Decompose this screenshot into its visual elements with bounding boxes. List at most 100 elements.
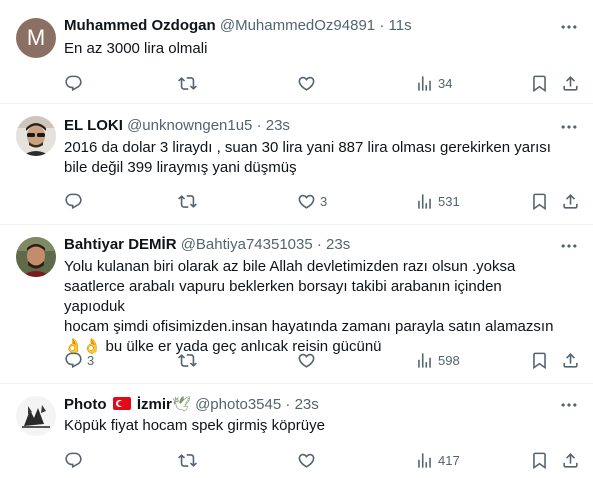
reply-icon bbox=[64, 451, 83, 470]
action-bar: 34 bbox=[64, 73, 581, 93]
turkey-flag-icon bbox=[112, 397, 131, 410]
tweet-text: Köpük fiyat hocam spek girmiş köprüye bbox=[64, 417, 325, 434]
share-icon bbox=[561, 74, 580, 93]
avatar[interactable] bbox=[16, 116, 56, 156]
views-button[interactable]: 531 bbox=[415, 191, 460, 211]
retweet-icon bbox=[178, 351, 197, 370]
tweet-text: Yolu kulanan biri olarak az bile Allah d… bbox=[64, 258, 554, 355]
more-icon[interactable] bbox=[559, 117, 579, 137]
author-name[interactable]: Bahtiyar DEMİR bbox=[64, 236, 177, 253]
author-name[interactable]: EL LOKI bbox=[64, 117, 123, 134]
like-count: 3 bbox=[320, 193, 328, 209]
retweet-icon bbox=[178, 192, 197, 211]
share-button[interactable] bbox=[561, 350, 580, 370]
separator: · bbox=[285, 396, 291, 413]
author-handle[interactable]: @MuhammedOz94891 bbox=[220, 17, 375, 34]
retweet-icon bbox=[178, 451, 197, 470]
share-icon bbox=[561, 351, 580, 370]
views-button[interactable]: 417 bbox=[415, 450, 460, 470]
share-button[interactable] bbox=[561, 191, 580, 211]
tweet[interactable]: M Muhammed Ozdogan @MuhammedOz94891 · 11… bbox=[0, 0, 593, 104]
like-icon bbox=[297, 451, 316, 470]
avatar-image bbox=[16, 116, 56, 156]
timestamp[interactable]: 23s bbox=[295, 396, 319, 413]
retweet-button[interactable] bbox=[178, 191, 201, 211]
tweet-header: Photo İzmir🕊 @photo3545 · 23s bbox=[64, 394, 319, 415]
reply-icon bbox=[64, 351, 83, 370]
like-button[interactable] bbox=[297, 450, 320, 470]
action-bar: 3 531 bbox=[64, 191, 581, 211]
views-button[interactable]: 34 bbox=[415, 73, 452, 93]
separator: · bbox=[379, 17, 385, 34]
reply-icon bbox=[64, 74, 83, 93]
like-button[interactable]: 3 bbox=[297, 191, 327, 211]
bookmark-icon bbox=[530, 74, 549, 93]
like-icon bbox=[297, 351, 316, 370]
bookmark-button[interactable] bbox=[530, 191, 549, 211]
views-icon bbox=[415, 451, 434, 470]
tweet[interactable]: Photo İzmir🕊 @photo3545 · 23s Köpük fiya… bbox=[0, 384, 593, 478]
tweet-header: EL LOKI @unknowngen1u5 · 23s bbox=[64, 116, 290, 136]
share-button[interactable] bbox=[561, 450, 580, 470]
retweet-icon bbox=[178, 74, 197, 93]
bookmark-button[interactable] bbox=[530, 73, 549, 93]
avatar[interactable] bbox=[16, 237, 56, 277]
reply-count: 3 bbox=[87, 352, 95, 368]
share-button[interactable] bbox=[561, 73, 580, 93]
like-button[interactable] bbox=[297, 73, 320, 93]
author-handle[interactable]: @Bahtiya74351035 bbox=[181, 236, 313, 253]
separator: · bbox=[256, 117, 262, 134]
tweet-header: Bahtiyar DEMİR @Bahtiya74351035 · 23s bbox=[64, 235, 350, 255]
views-icon bbox=[415, 74, 434, 93]
share-icon bbox=[561, 192, 580, 211]
olive-branch-icon: 🕊 bbox=[171, 395, 191, 413]
separator: · bbox=[316, 236, 322, 253]
tweet[interactable]: Bahtiyar DEMİR @Bahtiya74351035 · 23s Yo… bbox=[0, 225, 593, 384]
views-button[interactable]: 598 bbox=[415, 350, 460, 370]
action-bar: 417 bbox=[64, 450, 581, 470]
bookmark-button[interactable] bbox=[530, 450, 549, 470]
bookmark-button[interactable] bbox=[530, 350, 549, 370]
bookmark-icon bbox=[530, 351, 549, 370]
avatar-image bbox=[16, 237, 56, 277]
tweet-text: 2016 da dolar 3 liraydı , suan 30 lira y… bbox=[64, 139, 551, 176]
author-handle[interactable]: @unknowngen1u5 bbox=[127, 117, 252, 134]
retweet-button[interactable] bbox=[178, 450, 201, 470]
avatar[interactable]: M bbox=[16, 18, 56, 58]
bookmark-icon bbox=[530, 192, 549, 211]
like-icon bbox=[297, 74, 316, 93]
avatar[interactable] bbox=[16, 396, 56, 436]
timestamp[interactable]: 23s bbox=[266, 117, 290, 134]
like-button[interactable] bbox=[297, 350, 320, 370]
reply-button[interactable]: 3 bbox=[64, 350, 94, 370]
view-count: 598 bbox=[438, 352, 460, 368]
more-icon[interactable] bbox=[559, 236, 579, 256]
view-count: 34 bbox=[438, 75, 453, 91]
more-icon[interactable] bbox=[559, 17, 579, 37]
reply-button[interactable] bbox=[64, 73, 87, 93]
reply-button[interactable] bbox=[64, 450, 87, 470]
like-icon bbox=[297, 192, 316, 211]
bookmark-icon bbox=[530, 451, 549, 470]
share-icon bbox=[561, 451, 580, 470]
reply-button[interactable] bbox=[64, 191, 87, 211]
action-bar: 3 598 bbox=[64, 350, 581, 370]
view-count: 531 bbox=[438, 193, 460, 209]
author-name[interactable]: Photo bbox=[64, 396, 107, 413]
view-count: 417 bbox=[438, 452, 460, 468]
tweet-header: Muhammed Ozdogan @MuhammedOz94891 · 11s bbox=[64, 16, 412, 36]
author-name[interactable]: Muhammed Ozdogan bbox=[64, 17, 216, 34]
retweet-button[interactable] bbox=[178, 73, 201, 93]
tweet[interactable]: EL LOKI @unknowngen1u5 · 23s 2016 da dol… bbox=[0, 104, 593, 225]
retweet-button[interactable] bbox=[178, 350, 201, 370]
avatar-letter: M bbox=[26, 25, 46, 50]
timestamp[interactable]: 11s bbox=[389, 17, 412, 34]
author-handle[interactable]: @photo3545 bbox=[195, 396, 281, 413]
tweet-text: En az 3000 lira olmali bbox=[64, 40, 208, 57]
avatar-image bbox=[16, 396, 56, 436]
more-icon[interactable] bbox=[559, 395, 579, 415]
views-icon bbox=[415, 192, 434, 211]
author-name-suffix[interactable]: İzmir bbox=[137, 396, 172, 413]
views-icon bbox=[415, 351, 434, 370]
timestamp[interactable]: 23s bbox=[326, 236, 350, 253]
